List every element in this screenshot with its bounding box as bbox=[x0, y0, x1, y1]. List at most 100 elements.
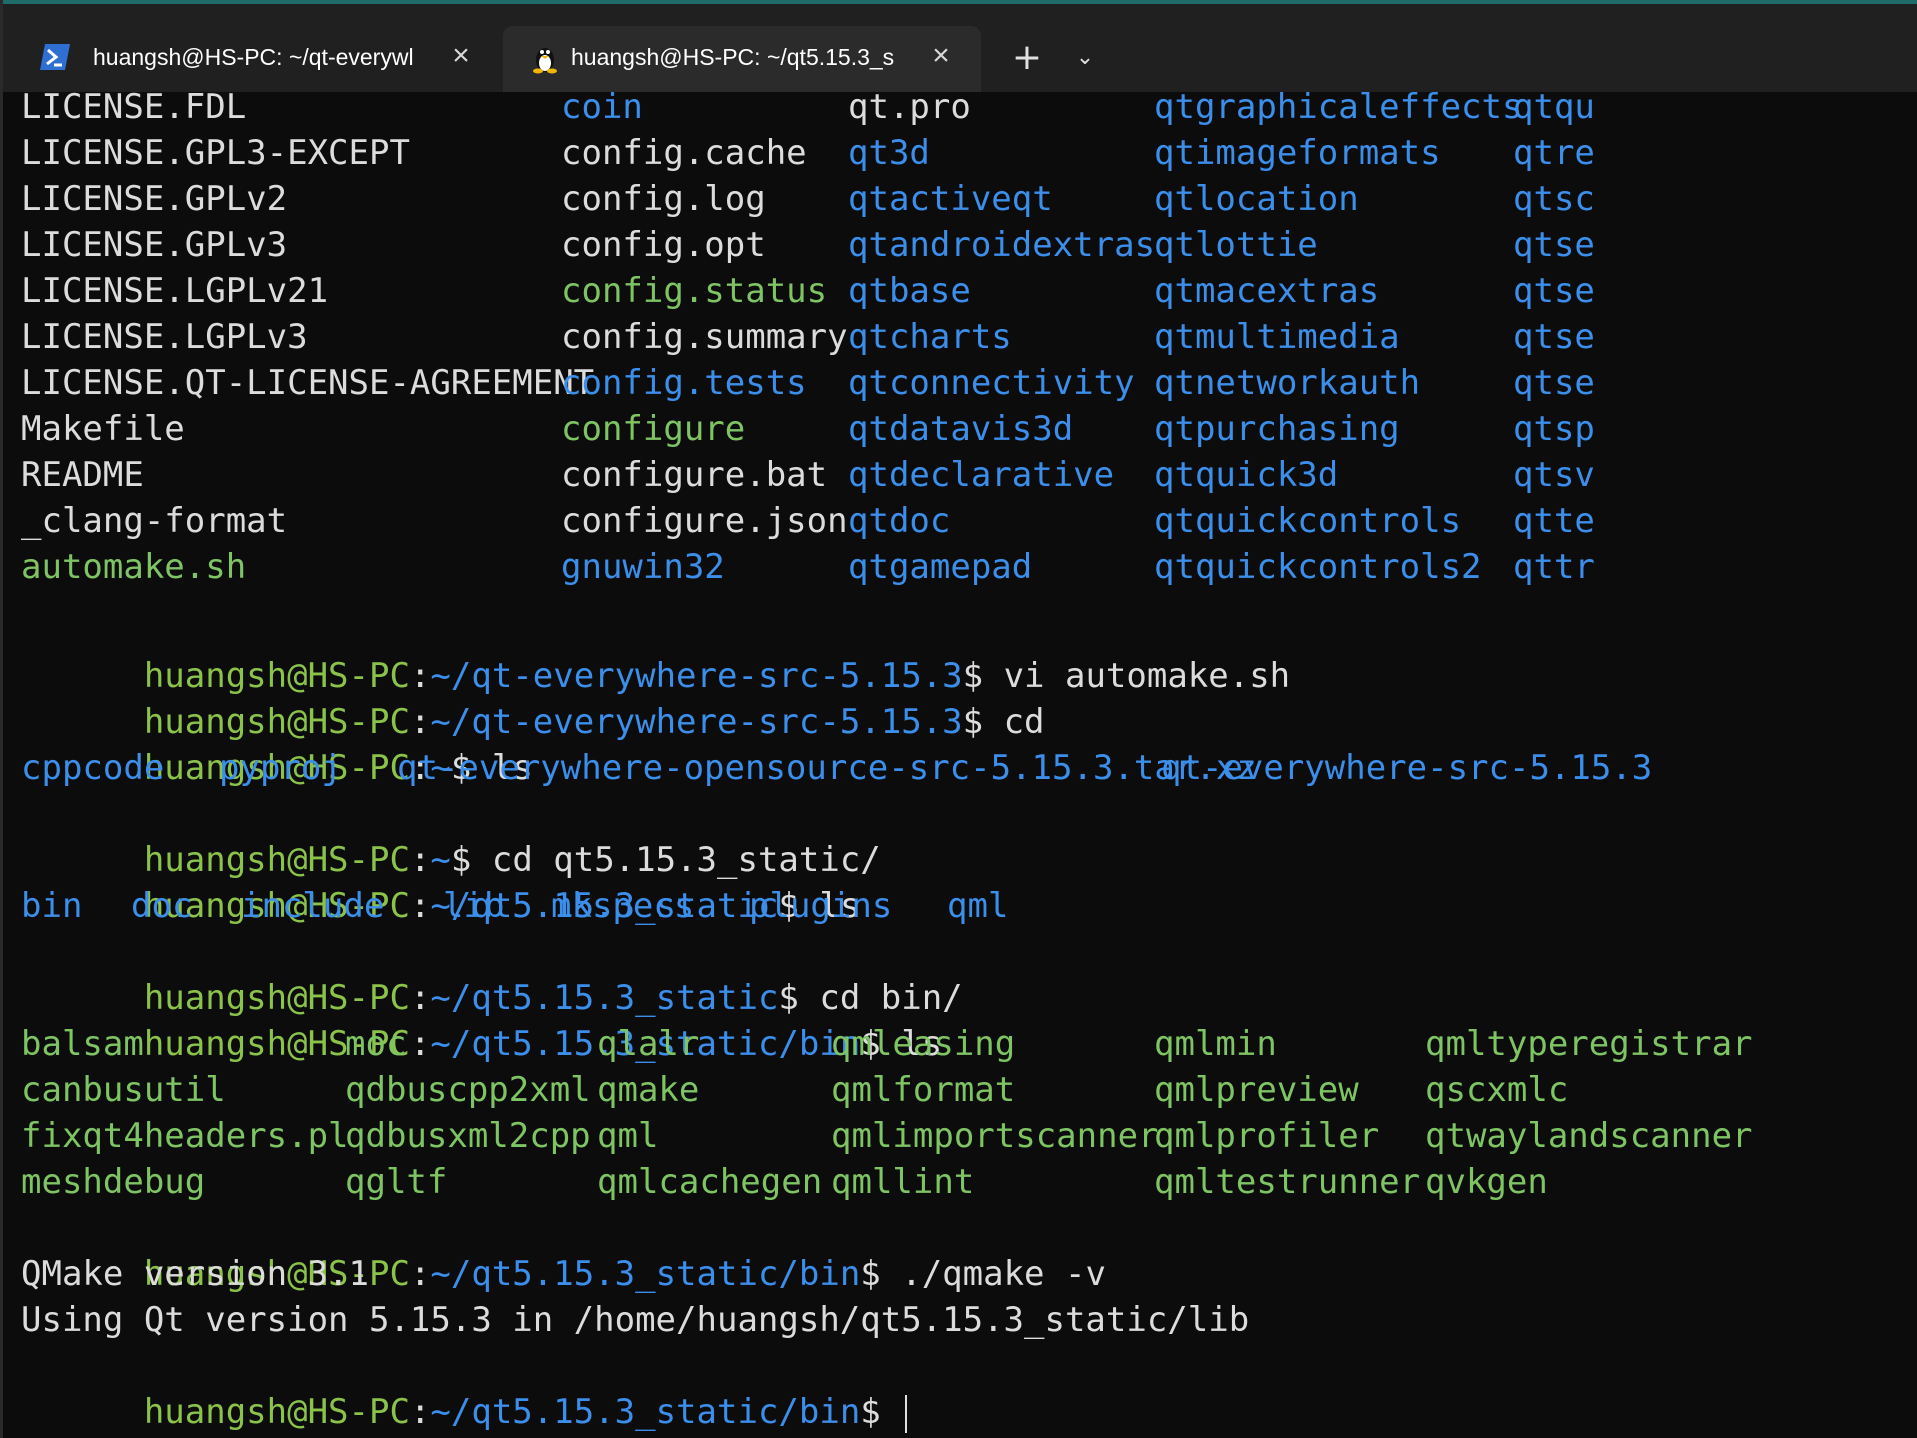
list-item: qmake bbox=[597, 1070, 700, 1110]
list-item: qtdoc bbox=[848, 501, 951, 541]
table-row: README configure.bat qtdeclarative qtquick3… bbox=[21, 452, 1917, 498]
list-item: qscxmlc bbox=[1425, 1070, 1569, 1110]
list-item: qdbusxml2cpp bbox=[345, 1116, 591, 1156]
list-item: qmlimportscanner bbox=[831, 1116, 1159, 1156]
table-row: LICENSE.FDL coin qt.pro qtgraphicaleffects q… bbox=[21, 92, 1917, 130]
prompt-path: ~/qt5.15.3_static/bin bbox=[430, 1392, 861, 1432]
ls-output: cppcode pyproj qt-everywhere-opensource-… bbox=[21, 745, 1911, 791]
list-item: qttr bbox=[1513, 547, 1595, 587]
prompt-user: huangsh@HS-PC bbox=[143, 1392, 410, 1432]
list-item: qml bbox=[947, 886, 1009, 926]
list-item: LICENSE.QT-LICENSE-AGREEMENT bbox=[21, 363, 595, 403]
list-item: qmlprofiler bbox=[1154, 1116, 1380, 1156]
list-item: config.tests bbox=[561, 363, 807, 403]
list-item: qgltf bbox=[345, 1162, 448, 1202]
chevron-down-icon[interactable]: ⌄ bbox=[1065, 38, 1105, 78]
prompt-line: huangsh@HS-PC:~/qt-everywhere-src-5.15.3… bbox=[143, 656, 1291, 696]
list-item: LICENSE.LGPLv21 bbox=[21, 271, 329, 311]
list-item: plugins bbox=[749, 886, 893, 926]
new-tab-button[interactable]: + bbox=[1005, 38, 1049, 78]
list-item: qtcharts bbox=[848, 317, 1012, 357]
prompt-line: huangsh@HS-PC:~/qt5.15.3_static/bin$ ls bbox=[143, 1024, 943, 1064]
ls-output: bin doc include lib mkspecs plugins qml bbox=[21, 883, 1221, 929]
list-item: LICENSE.LGPLv3 bbox=[21, 317, 308, 357]
list-item: qmltestrunner bbox=[1154, 1162, 1421, 1202]
list-item: balsam bbox=[21, 1024, 144, 1064]
text-cursor bbox=[905, 1394, 908, 1433]
command-text: $ cd bbox=[962, 702, 1045, 742]
list-item: config.status bbox=[561, 271, 828, 311]
list-item: LICENSE.GPLv2 bbox=[21, 179, 288, 219]
list-item: qtpurchasing bbox=[1154, 409, 1400, 449]
table-row: LICENSE.QT-LICENSE-AGREEMENT config.tests… bbox=[21, 360, 1917, 406]
list-item: meshdebug bbox=[21, 1162, 206, 1202]
list-item: Makefile bbox=[21, 409, 185, 449]
list-item: config.summary bbox=[561, 317, 848, 357]
linux-tux-icon bbox=[529, 42, 561, 74]
command-text: $ ./qmake -v bbox=[860, 1254, 1106, 1294]
list-item: qt.pro bbox=[848, 92, 971, 127]
list-item: qtgamepad bbox=[848, 547, 1033, 587]
list-item: configure.json bbox=[561, 501, 848, 541]
table-row: LICENSE.LGPLv21 config.status qtbase qtmace… bbox=[21, 268, 1917, 314]
list-item: bin bbox=[21, 886, 83, 926]
list-item: qtsc bbox=[1513, 179, 1595, 219]
list-item: doc bbox=[131, 886, 193, 926]
list-item: pyproj bbox=[219, 748, 342, 788]
table-row: balsam moc qlalr qmleasing qmlmin qmltyperegi… bbox=[21, 1021, 1917, 1067]
list-item: qtdatavis3d bbox=[848, 409, 1074, 449]
list-item: qtdeclarative bbox=[848, 455, 1115, 495]
list-item: config.opt bbox=[561, 225, 766, 265]
prompt-line: huangsh@HS-PC:~/qt5.15.3_static$ cd bin/ bbox=[143, 978, 963, 1018]
terminal-output[interactable]: LICENSE.FDL coin qt.pro qtgraphicaleffects q… bbox=[3, 92, 1917, 1438]
table-row: LICENSE.GPL3-EXCEPT config.cache qt3d qtima… bbox=[21, 130, 1917, 176]
list-item: LICENSE.FDL bbox=[21, 92, 247, 127]
list-item: qtwaylandscanner bbox=[1425, 1116, 1753, 1156]
list-item: lib bbox=[443, 886, 505, 926]
list-item: config.log bbox=[561, 179, 766, 219]
list-item: qtlottie bbox=[1154, 225, 1318, 265]
list-item: _clang-format bbox=[21, 501, 288, 541]
list-item: qtquickcontrols bbox=[1154, 501, 1462, 541]
prompt-line: huangsh@HS-PC:~$ ls bbox=[143, 748, 533, 788]
prompt-line: huangsh@HS-PC:~$ cd qt5.15.3_static/ bbox=[143, 840, 881, 880]
list-item: qtsv bbox=[1513, 455, 1595, 495]
list-item: qtse bbox=[1513, 317, 1595, 357]
list-item: qtquickcontrols2 bbox=[1154, 547, 1482, 587]
list-item: config.cache bbox=[561, 133, 807, 173]
list-item: qtre bbox=[1513, 133, 1595, 173]
close-icon[interactable]: × bbox=[923, 38, 959, 74]
list-item: qmlcachegen bbox=[597, 1162, 823, 1202]
prompt-line: huangsh@HS-PC:~/qt5.15.3_static$ ls bbox=[143, 886, 861, 926]
list-item: qtnetworkauth bbox=[1154, 363, 1421, 403]
powershell-icon bbox=[39, 42, 71, 72]
list-item: README bbox=[21, 455, 144, 495]
list-item: qml bbox=[597, 1116, 659, 1156]
list-item: qtmacextras bbox=[1154, 271, 1380, 311]
tab-title: huangsh@HS-PC: ~/qt5.15.3_s bbox=[571, 44, 895, 70]
terminal-window: huangsh@HS-PC: ~/qt-everywl × huangsh@HS… bbox=[0, 0, 1917, 1438]
command-output: QMake version 3.1 bbox=[21, 1254, 369, 1294]
table-row: LICENSE.LGPLv3 config.summary qtcharts qtmu… bbox=[21, 314, 1917, 360]
list-item: qtgraphicaleffects bbox=[1154, 92, 1523, 127]
prompt-line: huangsh@HS-PC:~/qt-everywhere-src-5.15.3… bbox=[143, 702, 1045, 742]
list-item: qtandroidextras bbox=[848, 225, 1156, 265]
list-item: moc bbox=[345, 1024, 407, 1064]
table-row: Makefile configure qtdatavis3d qtpurchasing… bbox=[21, 406, 1917, 452]
list-item: qmltyperegistrar bbox=[1425, 1024, 1753, 1064]
list-item: qt-everywhere-src-5.15.3 bbox=[1161, 748, 1653, 788]
list-item: qtactiveqt bbox=[848, 179, 1053, 219]
tab-powershell[interactable]: huangsh@HS-PC: ~/qt-everywl × bbox=[13, 26, 493, 92]
list-item: fixqt4headers.pl bbox=[21, 1116, 349, 1156]
list-item: qtimageformats bbox=[1154, 133, 1441, 173]
table-row: meshdebug qgltf qmlcachegen qmllint qmltestr… bbox=[21, 1159, 1917, 1205]
table-row: LICENSE.GPLv2 config.log qtactiveqt qtlocat… bbox=[21, 176, 1917, 222]
tab-linux[interactable]: huangsh@HS-PC: ~/qt5.15.3_s × bbox=[503, 26, 981, 92]
prompt-line: huangsh@HS-PC:~/qt5.15.3_static/bin$ bbox=[21, 1343, 908, 1433]
list-item: qtconnectivity bbox=[848, 363, 1135, 403]
list-item: mkspecs bbox=[551, 886, 695, 926]
list-item: gnuwin32 bbox=[561, 547, 725, 587]
table-row: _clang-format configure.json qtdoc qtquickc… bbox=[21, 498, 1917, 544]
close-icon[interactable]: × bbox=[443, 38, 479, 74]
list-item: automake.sh bbox=[21, 547, 247, 587]
